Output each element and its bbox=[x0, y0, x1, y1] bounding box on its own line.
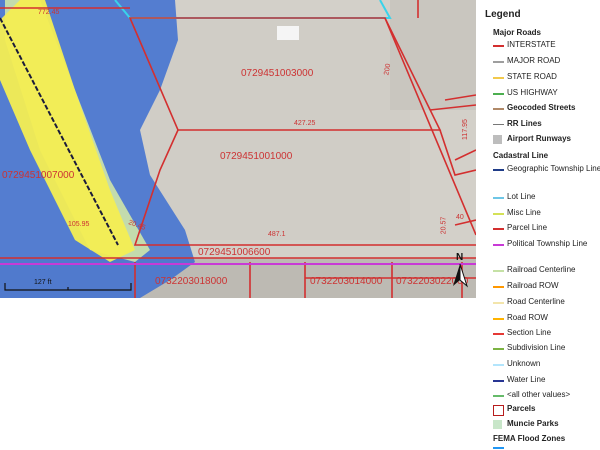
dimension-label: 105.95 bbox=[68, 221, 90, 228]
legend-item-us-highway: US HIGHWAY bbox=[493, 87, 600, 101]
fill-symbol bbox=[493, 420, 502, 429]
line-symbol bbox=[493, 93, 504, 95]
rail-symbol bbox=[493, 124, 504, 125]
line-symbol bbox=[493, 286, 504, 288]
dimension-label: 427.25 bbox=[294, 120, 316, 127]
legend-item-water-line: Water Line bbox=[493, 374, 600, 388]
legend-item-parcel-line: Parcel Line bbox=[493, 222, 600, 236]
legend-heading-major-roads: Major Roads bbox=[493, 28, 542, 37]
line-symbol bbox=[493, 318, 504, 320]
scale-bar: 127 ft bbox=[4, 279, 132, 293]
legend-item-lot-line: Lot Line bbox=[493, 191, 600, 205]
fill-symbol bbox=[493, 135, 502, 144]
parcel-label[interactable]: 0732203014000 bbox=[310, 276, 382, 287]
legend-item-geographic-township-line: Geographic Township Line bbox=[493, 163, 600, 187]
legend-item-parcels: Parcels bbox=[493, 403, 600, 417]
legend-item-geocoded-streets: Geocoded Streets bbox=[493, 102, 600, 116]
parcel-label[interactable]: 0729451001000 bbox=[220, 151, 292, 162]
legend-item-railroad-row: Railroad ROW bbox=[493, 280, 600, 294]
line-symbol bbox=[493, 169, 504, 171]
legend-heading-cadastral: Cadastral Line bbox=[493, 151, 549, 160]
legend-item-railroad-centerline: Railroad Centerline bbox=[493, 264, 600, 278]
dimension-label: 20.57 bbox=[440, 216, 448, 235]
line-symbol bbox=[493, 61, 504, 63]
legend-item-political-township-line: Political Township Line bbox=[493, 238, 600, 262]
legend-item-interstate: INTERSTATE bbox=[493, 39, 600, 53]
line-symbol bbox=[493, 348, 504, 350]
dimension-label: 40 bbox=[456, 214, 464, 221]
legend-item-section-line: Section Line bbox=[493, 327, 600, 341]
legend-item-misc-line: Misc Line bbox=[493, 207, 600, 221]
legend-item-rr-lines: RR Lines bbox=[493, 118, 600, 132]
legend-item-muncie-parks: Muncie Parks bbox=[493, 418, 600, 432]
legend-heading-fema: FEMA Flood Zones bbox=[493, 434, 566, 443]
dimension-label: 487.1 bbox=[268, 231, 286, 238]
building bbox=[277, 26, 299, 40]
line-symbol bbox=[493, 213, 504, 215]
line-symbol bbox=[493, 364, 504, 366]
line-symbol bbox=[493, 270, 504, 272]
line-symbol bbox=[493, 45, 504, 47]
parcel-label[interactable]: 0732203018000 bbox=[155, 276, 227, 287]
legend-item-road-centerline: Road Centerline bbox=[493, 296, 600, 310]
dimension-label: 772.45 bbox=[38, 9, 60, 16]
legend-item-airport-runways: Airport Runways bbox=[493, 133, 600, 147]
parcel-label[interactable]: 0729451003000 bbox=[241, 68, 313, 79]
line-symbol bbox=[493, 244, 504, 246]
line-symbol bbox=[493, 108, 504, 110]
legend-item-state-road: STATE ROAD bbox=[493, 71, 600, 85]
line-symbol bbox=[493, 77, 504, 79]
line-symbol bbox=[493, 395, 504, 397]
legend-item-all-other-values: <all other values> bbox=[493, 389, 600, 403]
north-arrow-icon: N bbox=[450, 252, 470, 288]
dimension-label: 117.95 bbox=[461, 119, 469, 140]
legend-item-unknown: Unknown bbox=[493, 358, 600, 372]
scale-label: 127 ft bbox=[34, 279, 52, 286]
legend-item-subdivision-line: Subdivision Line bbox=[493, 342, 600, 356]
legend-item-major-road: MAJOR ROAD bbox=[493, 55, 600, 69]
line-symbol bbox=[493, 333, 504, 335]
parcel-label[interactable]: 0729451006600 bbox=[198, 247, 270, 258]
line-symbol bbox=[493, 380, 504, 382]
map-view[interactable]: 0729451003000 0729451001000 072945100700… bbox=[0, 0, 476, 298]
fema-symbol bbox=[493, 447, 504, 449]
line-symbol bbox=[493, 197, 504, 199]
line-symbol bbox=[493, 228, 504, 230]
line-symbol bbox=[493, 302, 504, 304]
parcel-label[interactable]: 0729451007000 bbox=[2, 170, 74, 181]
legend-title: Legend bbox=[485, 9, 521, 20]
parcel-box-symbol bbox=[493, 405, 504, 416]
legend-panel: Legend Major Roads INTERSTATE MAJOR ROAD… bbox=[480, 0, 600, 450]
legend-item-road-row: Road ROW bbox=[493, 312, 600, 326]
